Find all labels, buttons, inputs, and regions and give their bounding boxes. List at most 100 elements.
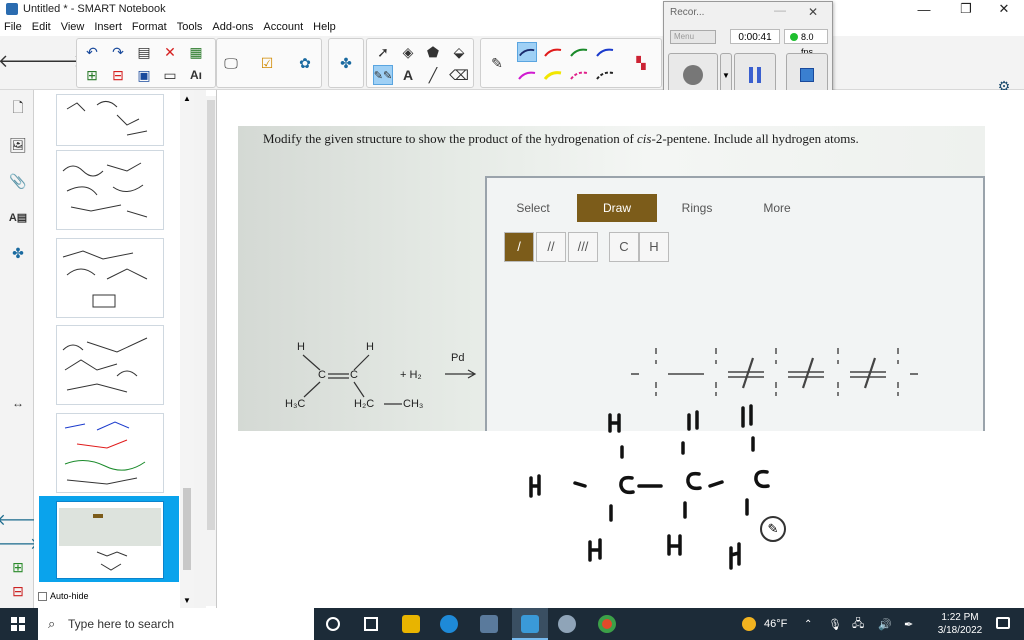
taskbar-clock[interactable]: 1:22 PM 3/18/2022 — [930, 611, 990, 637]
display-icon[interactable]: 🖵 — [221, 53, 241, 73]
screen-shade-icon[interactable]: ▭ — [160, 65, 180, 85]
page-thumbnail[interactable] — [56, 413, 164, 493]
weather-temp[interactable]: 46°F — [764, 608, 787, 640]
canvas-vertical-scrollbar[interactable] — [206, 96, 216, 606]
pens-icon[interactable]: ✎✎ — [373, 65, 393, 85]
scroll-thumb[interactable] — [183, 488, 191, 570]
pen-color-pink-dashed[interactable] — [569, 65, 589, 85]
maximize-button[interactable]: ❐ — [948, 0, 984, 18]
redo-icon[interactable]: ↷ — [108, 42, 128, 62]
weather-sun-icon[interactable] — [742, 617, 756, 631]
menu-edit[interactable]: Edit — [32, 21, 51, 33]
auto-hide-checkbox[interactable]: Auto-hide — [38, 591, 89, 601]
undo-icon[interactable]: ↶ — [82, 42, 102, 62]
attachments-tab-icon[interactable]: 📎 — [7, 170, 29, 192]
pen-color-blue[interactable] — [595, 42, 615, 62]
gallery-tab-icon[interactable]: 🖼 — [7, 134, 29, 156]
start-windows-icon[interactable] — [11, 617, 25, 631]
text-format-icon[interactable]: Aı — [186, 65, 206, 85]
window-title: Untitled * - SMART Notebook — [23, 3, 166, 15]
menu-tools[interactable]: Tools — [177, 21, 203, 33]
file-explorer-icon[interactable] — [402, 615, 420, 633]
page-thumbnail-current[interactable] — [56, 501, 164, 579]
check-icon[interactable]: ☑ — [257, 53, 277, 73]
sorter-scrollbar[interactable]: ▲ ▼ — [180, 90, 194, 608]
menu-insert[interactable]: Insert — [94, 21, 122, 33]
edge-browser-icon[interactable] — [440, 615, 458, 633]
menu-view[interactable]: View — [61, 21, 85, 33]
cortana-icon[interactable] — [326, 617, 340, 631]
text-tool-icon[interactable]: A — [398, 65, 418, 85]
handwritten-answer-ink[interactable] — [217, 90, 1024, 608]
previous-page-arrow-icon[interactable]: 🡐 — [0, 51, 46, 71]
menu-account[interactable]: Account — [263, 21, 303, 33]
pen-workspace-icon[interactable]: ✒ — [904, 608, 913, 640]
fill-shape-icon[interactable]: ⬟ — [423, 42, 443, 62]
show-hidden-icons-chevron[interactable]: ⌃ — [804, 608, 812, 640]
settings-app-icon[interactable] — [558, 615, 576, 633]
pen-icon[interactable]: ✎ — [487, 53, 507, 73]
line-tool-icon[interactable]: ╱ — [423, 65, 443, 85]
smart-notebook-taskbar-icon[interactable] — [512, 608, 548, 640]
store-icon[interactable] — [480, 615, 498, 633]
color-palette-icon[interactable]: ▚ — [631, 53, 651, 73]
volume-icon[interactable]: 🔊 — [878, 608, 892, 640]
delete-icon[interactable]: ✕ — [160, 42, 180, 62]
microphone-icon[interactable]: 🎙 — [828, 608, 842, 640]
paint-bucket-icon[interactable]: ⬙ — [449, 42, 469, 62]
save-icon[interactable]: ▣ — [134, 65, 154, 85]
next-page-side-icon[interactable]: 🡒 — [0, 532, 39, 554]
auto-hide-label: Auto-hide — [50, 591, 89, 601]
menu-format[interactable]: Format — [132, 21, 167, 33]
handwriting-sketch — [64, 421, 146, 485]
add-page-side-icon[interactable]: ⊞ — [7, 556, 29, 578]
add-page-icon[interactable]: ⊞ — [82, 65, 102, 85]
scroll-up-arrow-icon[interactable]: ▲ — [183, 94, 191, 103]
side-tab-strip: 🗋 🖼 📎 A▤ ✤ ↔ 🡐 🡒 ⊞ ⊟ — [0, 90, 39, 608]
delete-page-side-icon[interactable]: ⊟ — [7, 580, 29, 602]
shape-icon[interactable]: ◈ — [398, 42, 418, 62]
recorder-close-icon[interactable]: ✕ — [808, 5, 818, 19]
table-icon[interactable]: ▦ — [186, 42, 206, 62]
recording-status-dot — [790, 33, 798, 41]
network-icon[interactable]: 🖧 — [852, 608, 864, 640]
checkbox-box[interactable] — [38, 591, 47, 601]
scroll-down-arrow-icon[interactable]: ▼ — [183, 596, 191, 605]
close-button[interactable]: ✕ — [986, 0, 1022, 18]
add-ons-tab-icon[interactable]: ✤ — [7, 242, 29, 264]
properties-tab-icon[interactable]: A▤ — [7, 206, 29, 228]
delete-page-icon[interactable]: ⊟ — [108, 65, 128, 85]
eraser-icon[interactable]: ⌫ — [449, 65, 469, 85]
pen-color-navy[interactable] — [517, 42, 537, 62]
taskbar-search-box[interactable]: ⌕ Type here to search — [38, 608, 314, 640]
task-view-icon[interactable] — [364, 617, 378, 631]
menu-file[interactable]: File — [4, 21, 22, 33]
canvas-scroll-thumb[interactable] — [207, 100, 215, 530]
pen-color-red[interactable] — [543, 42, 563, 62]
pen-color-green[interactable] — [569, 42, 589, 62]
minimize-button[interactable]: — — [906, 0, 942, 18]
chrome-icon[interactable] — [598, 615, 616, 633]
page-thumbnail[interactable] — [56, 94, 164, 146]
recorder-menu-dropdown[interactable]: Menu — [670, 30, 716, 44]
previous-page-side-icon[interactable]: 🡐 — [0, 508, 39, 530]
menu-help[interactable]: Help — [313, 21, 336, 33]
next-page-arrow-icon[interactable]: 🡒 — [36, 51, 84, 71]
recorder-minimize-icon[interactable]: — — [774, 3, 786, 17]
sidebar-divider[interactable] — [194, 90, 206, 608]
page-sorter-tab-icon[interactable]: 🗋 — [7, 98, 29, 120]
notification-center-icon[interactable] — [996, 617, 1010, 629]
puzzle-icon[interactable]: ✤ — [336, 53, 356, 73]
select-arrow-icon[interactable]: ➚ — [373, 42, 393, 62]
page-thumbnail[interactable] — [56, 325, 164, 405]
pen-color-black-dashed[interactable] — [595, 65, 615, 85]
paste-icon[interactable]: ▤ — [134, 42, 154, 62]
add-on-gear-icon[interactable]: ✿ — [295, 53, 315, 73]
menu-add-ons[interactable]: Add-ons — [212, 21, 253, 33]
pen-color-yellow[interactable] — [543, 65, 563, 85]
whiteboard-canvas[interactable]: Modify the given structure to show the p… — [216, 90, 1024, 608]
resize-sidebar-icon[interactable]: ↔ — [7, 392, 29, 414]
page-thumbnail[interactable] — [56, 238, 164, 318]
page-thumbnail[interactable] — [56, 150, 164, 230]
pen-color-magenta[interactable] — [517, 65, 537, 85]
